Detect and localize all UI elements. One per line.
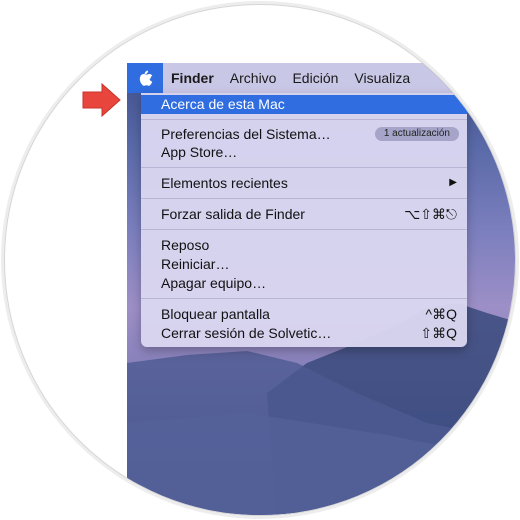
menu-item-label: Acerca de esta Mac	[161, 96, 285, 112]
menu-item-app-store[interactable]: App Store…	[141, 143, 467, 161]
menu-item-label: Forzar salida de Finder	[161, 206, 305, 222]
menu-item-force-quit[interactable]: Forzar salida de Finder ⌥⇧⌘⎋	[141, 205, 467, 223]
menu-item-label: Reposo	[161, 237, 210, 253]
menubar-item-visualizacion[interactable]: Visualiza	[346, 63, 418, 93]
shortcut-force-quit: ⌥⇧⌘⎋	[404, 206, 457, 222]
menu-item-recent-items[interactable]: Elementos recientes ▶	[141, 174, 467, 192]
menu-bar: Finder Archivo Edición Visualiza	[127, 63, 515, 93]
menu-item-lock-screen[interactable]: Bloquear pantalla ^⌘Q	[141, 305, 467, 323]
menu-item-log-out[interactable]: Cerrar sesión de Solvetic… ⇧⌘Q	[141, 324, 467, 342]
menu-item-restart[interactable]: Reiniciar…	[141, 255, 467, 273]
menu-item-label: Cerrar sesión de Solvetic…	[161, 325, 332, 341]
circular-frame: Finder Archivo Edición Visualiza Acerca …	[4, 4, 516, 516]
menu-separator	[141, 119, 467, 120]
menu-separator	[141, 229, 467, 230]
menu-item-label: Reiniciar…	[161, 256, 230, 272]
menubar-item-archivo[interactable]: Archivo	[222, 63, 285, 93]
apple-icon	[139, 70, 153, 86]
menu-item-about-this-mac[interactable]: Acerca de esta Mac	[141, 95, 467, 114]
menu-item-system-preferences[interactable]: Preferencias del Sistema… 1 actualizació…	[141, 125, 467, 143]
apple-menu-dropdown: Acerca de esta Mac Preferencias del Sist…	[141, 93, 467, 347]
apple-menu-button[interactable]	[127, 63, 163, 93]
menu-separator	[141, 198, 467, 199]
red-arrow-icon	[82, 82, 121, 118]
shortcut-lock-screen: ^⌘Q	[425, 306, 457, 322]
menu-item-label: Bloquear pantalla	[161, 306, 270, 322]
menu-item-label: Preferencias del Sistema…	[161, 126, 331, 142]
desktop-screen: Finder Archivo Edición Visualiza Acerca …	[127, 63, 515, 515]
menubar-app-name[interactable]: Finder	[163, 63, 222, 93]
menu-item-label: App Store…	[161, 144, 238, 160]
update-badge: 1 actualización	[374, 127, 459, 141]
shortcut-log-out: ⇧⌘Q	[420, 325, 457, 341]
menu-item-shut-down[interactable]: Apagar equipo…	[141, 274, 467, 292]
menu-item-sleep[interactable]: Reposo	[141, 236, 467, 254]
submenu-arrow-icon: ▶	[449, 177, 457, 188]
menu-item-label: Elementos recientes	[161, 175, 288, 191]
menu-separator	[141, 167, 467, 168]
menu-item-label: Apagar equipo…	[161, 275, 267, 291]
menubar-item-edicion[interactable]: Edición	[284, 63, 346, 93]
menu-separator	[141, 298, 467, 299]
